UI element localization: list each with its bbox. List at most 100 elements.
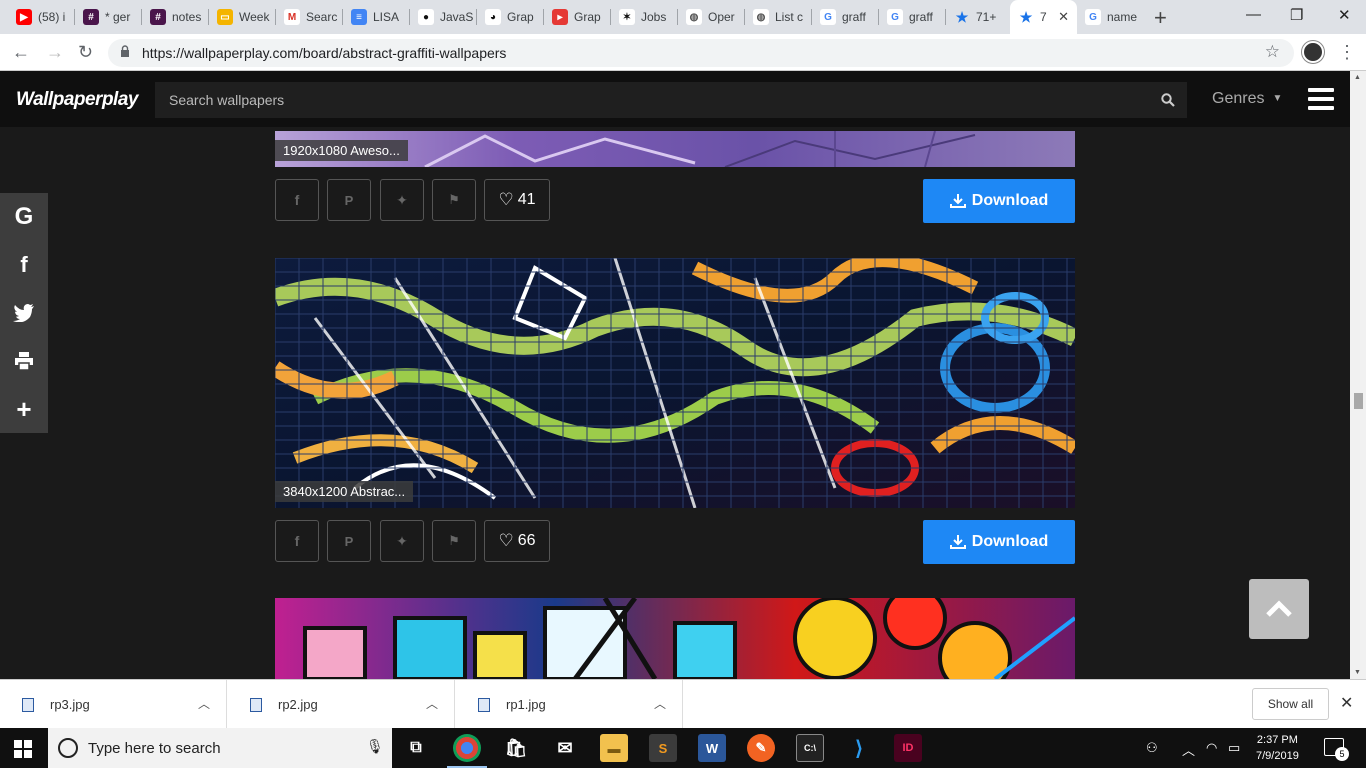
chrome-taskbar-icon[interactable]: [447, 734, 487, 768]
battery-icon[interactable]: ▭: [1228, 740, 1240, 756]
wallpaper-image[interactable]: [275, 598, 1075, 679]
print-icon[interactable]: [0, 337, 48, 385]
indesign-icon[interactable]: ID: [894, 734, 922, 762]
scroll-up-arrow-icon[interactable]: ▲: [1354, 74, 1361, 81]
tab-label: name: [1107, 10, 1138, 24]
sublime-text-icon[interactable]: S: [649, 734, 677, 762]
download-button[interactable]: Download: [923, 179, 1075, 223]
tab-docs[interactable]: ≡ LISA: [343, 0, 410, 34]
wallpaper-caption: 1920x1080 Aweso...: [275, 140, 408, 161]
cortana-icon: [58, 738, 78, 758]
profile-avatar[interactable]: [1302, 41, 1324, 63]
slides-icon: ▭: [217, 9, 233, 25]
tab-label: Grap: [507, 10, 534, 24]
twitter-share-button[interactable]: ✦: [380, 520, 424, 562]
tab-list[interactable]: ◍ List c: [745, 0, 812, 34]
tab-graph[interactable]: ◕ Grap: [477, 0, 544, 34]
facebook-share-button[interactable]: f: [275, 520, 319, 562]
tab-slack-notes[interactable]: # notes: [142, 0, 209, 34]
tab-slack[interactable]: # * ger: [75, 0, 142, 34]
downloads-bar: rp3.jpg ︿ rp2.jpg ︿ rp1.jpg ︿ Show all ✕: [0, 679, 1366, 729]
chevron-up-icon[interactable]: ︿: [654, 695, 666, 712]
globe-icon: ◍: [686, 9, 702, 25]
facebook-share-button[interactable]: f: [275, 179, 319, 221]
omnibox[interactable]: https://wallpaperplay.com/board/abstract…: [108, 39, 1294, 67]
action-center-icon[interactable]: 5: [1324, 738, 1349, 761]
report-button[interactable]: ⚑: [432, 179, 476, 221]
wallpaper-image[interactable]: 1920x1080 Aweso...: [275, 131, 1075, 167]
report-button[interactable]: ⚑: [432, 520, 476, 562]
bookmark-star-icon[interactable]: ☆: [1265, 42, 1280, 62]
forward-button[interactable]: →: [46, 42, 64, 63]
slack-icon: #: [150, 9, 166, 25]
task-view-icon[interactable]: ⧉: [402, 734, 430, 762]
file-explorer-icon[interactable]: ▬: [600, 734, 628, 762]
people-icon[interactable]: ⚇: [1146, 740, 1158, 756]
show-all-button[interactable]: Show all: [1252, 688, 1329, 720]
download-item[interactable]: rp3.jpg ︿: [0, 680, 227, 729]
system-clock[interactable]: 2:37 PM 7/9/2019: [1256, 732, 1299, 764]
back-button[interactable]: ←: [12, 42, 30, 63]
tab-jobs[interactable]: ✶ Jobs: [611, 0, 678, 34]
tab-gmail[interactable]: M Searc: [276, 0, 343, 34]
taskbar-search[interactable]: Type here to search 🎙: [48, 728, 392, 768]
back-to-top-button[interactable]: [1249, 579, 1309, 639]
chevron-up-icon[interactable]: ︿: [426, 695, 438, 712]
chrome-menu-icon[interactable]: ⋮: [1338, 42, 1356, 63]
download-label: Download: [971, 533, 1049, 550]
twitter-share-button[interactable]: ✦: [380, 179, 424, 221]
chevron-up-icon[interactable]: ︿: [198, 695, 210, 712]
twitter-share-icon[interactable]: [0, 289, 48, 337]
star-icon: ★: [955, 8, 969, 25]
wifi-icon[interactable]: ◠: [1206, 740, 1217, 756]
tab-youtube[interactable]: ▶ (58) i: [8, 0, 75, 34]
like-count: 66: [517, 532, 536, 549]
reload-button[interactable]: ↻: [78, 42, 93, 63]
pinterest-share-button[interactable]: P: [327, 179, 371, 221]
docs-icon: ≡: [351, 9, 367, 25]
store-icon[interactable]: 🛍: [502, 734, 530, 762]
windows-start-icon[interactable]: [14, 740, 32, 758]
download-item[interactable]: rp1.jpg ︿: [456, 680, 683, 729]
genres-dropdown[interactable]: Genres ▼: [1212, 90, 1282, 108]
vscode-icon[interactable]: ⟩: [845, 734, 873, 762]
mail-icon[interactable]: ✉: [551, 734, 579, 762]
like-button[interactable]: ♡ 41: [484, 179, 550, 221]
download-filename: rp3.jpg: [50, 697, 90, 712]
tab-slides[interactable]: ▭ Week: [209, 0, 276, 34]
minimize-button[interactable]: —: [1246, 6, 1261, 23]
download-button[interactable]: Download: [923, 520, 1075, 564]
page-scrollbar[interactable]: ▲ ▼: [1350, 71, 1366, 679]
scroll-down-arrow-icon[interactable]: ▼: [1354, 669, 1361, 676]
more-share-icon[interactable]: +: [0, 385, 48, 433]
word-icon[interactable]: W: [698, 734, 726, 762]
download-item[interactable]: rp2.jpg ︿: [228, 680, 455, 729]
tab-google-name[interactable]: G name: [1077, 0, 1144, 34]
tab-wallpaperplay-71[interactable]: ★ 71+: [946, 0, 1010, 34]
google-share-icon[interactable]: G: [0, 193, 48, 241]
new-tab-button[interactable]: +: [1154, 5, 1167, 31]
search-icon[interactable]: [1161, 93, 1175, 107]
scrollbar-thumb[interactable]: [1354, 393, 1363, 409]
close-window-button[interactable]: ✕: [1338, 6, 1351, 24]
wallpaper-image[interactable]: 3840x1200 Abstrac...: [275, 258, 1075, 508]
facebook-share-icon[interactable]: f: [0, 241, 48, 289]
tab-active[interactable]: ★ 7 ✕: [1010, 0, 1077, 34]
like-button[interactable]: ♡ 66: [484, 520, 550, 562]
terminal-icon[interactable]: C:\: [796, 734, 824, 762]
close-tab-icon[interactable]: ✕: [1058, 9, 1069, 25]
search-input[interactable]: [155, 82, 1135, 118]
tray-chevron-up-icon[interactable]: ︿: [1182, 740, 1195, 759]
hamburger-menu-icon[interactable]: [1308, 88, 1334, 110]
maximize-button[interactable]: ❐: [1290, 6, 1303, 24]
close-downloads-icon[interactable]: ✕: [1340, 693, 1353, 713]
postman-icon[interactable]: ✎: [747, 734, 775, 762]
tab-google-graffiti[interactable]: G graff: [812, 0, 879, 34]
tab-google-graffiti-2[interactable]: G graff: [879, 0, 946, 34]
pinterest-share-button[interactable]: P: [327, 520, 371, 562]
microphone-icon[interactable]: 🎙: [366, 738, 384, 755]
tab-github[interactable]: ● JavaS: [410, 0, 477, 34]
site-logo[interactable]: Wallpaperplay: [16, 89, 138, 111]
tab-graph-2[interactable]: ▸ Grap: [544, 0, 611, 34]
tab-open[interactable]: ◍ Oper: [678, 0, 745, 34]
